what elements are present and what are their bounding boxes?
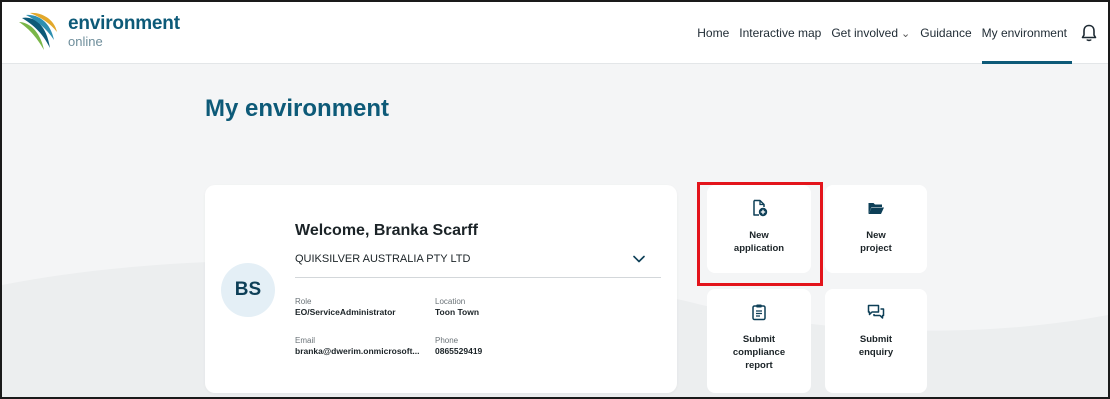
page-title: My environment bbox=[205, 95, 390, 122]
nav-interactive-map[interactable]: Interactive map bbox=[734, 2, 826, 64]
main-nav: Home Interactive map Get involved ⌄ Guid… bbox=[692, 2, 1102, 64]
chat-bubbles-icon bbox=[867, 304, 885, 319]
logo-title: environment bbox=[68, 13, 180, 34]
logo-subtitle: online bbox=[68, 34, 103, 49]
main-content: My environment BS Welcome, Branka Scarff… bbox=[2, 65, 1108, 397]
email-label: Email bbox=[295, 336, 316, 345]
new-project-label: New project bbox=[860, 230, 892, 254]
welcome-card: BS Welcome, Branka Scarff QUIKSILVER AUS… bbox=[205, 185, 677, 393]
chevron-down-icon: ⌄ bbox=[901, 27, 911, 40]
role-label: Role bbox=[295, 297, 312, 306]
phone-info: Phone 0865529419 bbox=[435, 336, 482, 357]
email-info: Email branka@dwerim.onmicrosoft... bbox=[295, 336, 419, 357]
email-value: branka@dwerim.onmicrosoft... bbox=[295, 346, 420, 356]
submit-compliance-report-button[interactable]: Submit compliance report bbox=[707, 289, 811, 393]
role-info: Role EO/ServiceAdministrator bbox=[295, 297, 396, 318]
nav-guidance[interactable]: Guidance bbox=[915, 2, 976, 64]
organisation-selector[interactable]: QUIKSILVER AUSTRALIA PTY LTD bbox=[295, 249, 661, 278]
clipboard-icon bbox=[752, 304, 766, 321]
nav-my-environment[interactable]: My environment bbox=[977, 2, 1073, 64]
phone-value: 0865529419 bbox=[435, 346, 483, 356]
location-label: Location bbox=[435, 297, 466, 306]
phone-label: Phone bbox=[435, 336, 459, 345]
submit-enquiry-label: Submit enquiry bbox=[858, 334, 894, 358]
role-value: EO/ServiceAdministrator bbox=[295, 307, 396, 317]
chevron-down-icon bbox=[633, 255, 645, 263]
submit-compliance-label: Submit compliance report bbox=[732, 334, 786, 371]
leaf-logo-icon bbox=[19, 12, 57, 50]
new-application-label: New application bbox=[733, 230, 785, 254]
nav-get-involved[interactable]: Get involved ⌄ bbox=[826, 2, 915, 64]
site-header: environment online Home Interactive map … bbox=[2, 2, 1108, 64]
new-application-button[interactable]: New application bbox=[707, 185, 811, 273]
site-logo[interactable]: environment online bbox=[16, 10, 180, 54]
bell-icon bbox=[1081, 24, 1097, 42]
nav-home[interactable]: Home bbox=[692, 2, 734, 64]
avatar: BS bbox=[221, 263, 275, 317]
file-plus-icon bbox=[753, 199, 768, 217]
folder-open-icon bbox=[868, 203, 884, 214]
location-info: Location Toon Town bbox=[435, 297, 479, 318]
app-frame: environment online Home Interactive map … bbox=[0, 0, 1110, 399]
avatar-initials: BS bbox=[234, 279, 262, 300]
location-value: Toon Town bbox=[435, 307, 480, 317]
notifications-button[interactable] bbox=[1076, 2, 1102, 64]
new-project-button[interactable]: New project bbox=[825, 185, 927, 273]
nav-get-involved-label: Get involved bbox=[831, 26, 899, 40]
welcome-heading: Welcome, Branka Scarff bbox=[295, 222, 478, 239]
organisation-name: QUIKSILVER AUSTRALIA PTY LTD bbox=[295, 253, 471, 265]
submit-enquiry-button[interactable]: Submit enquiry bbox=[825, 289, 927, 393]
